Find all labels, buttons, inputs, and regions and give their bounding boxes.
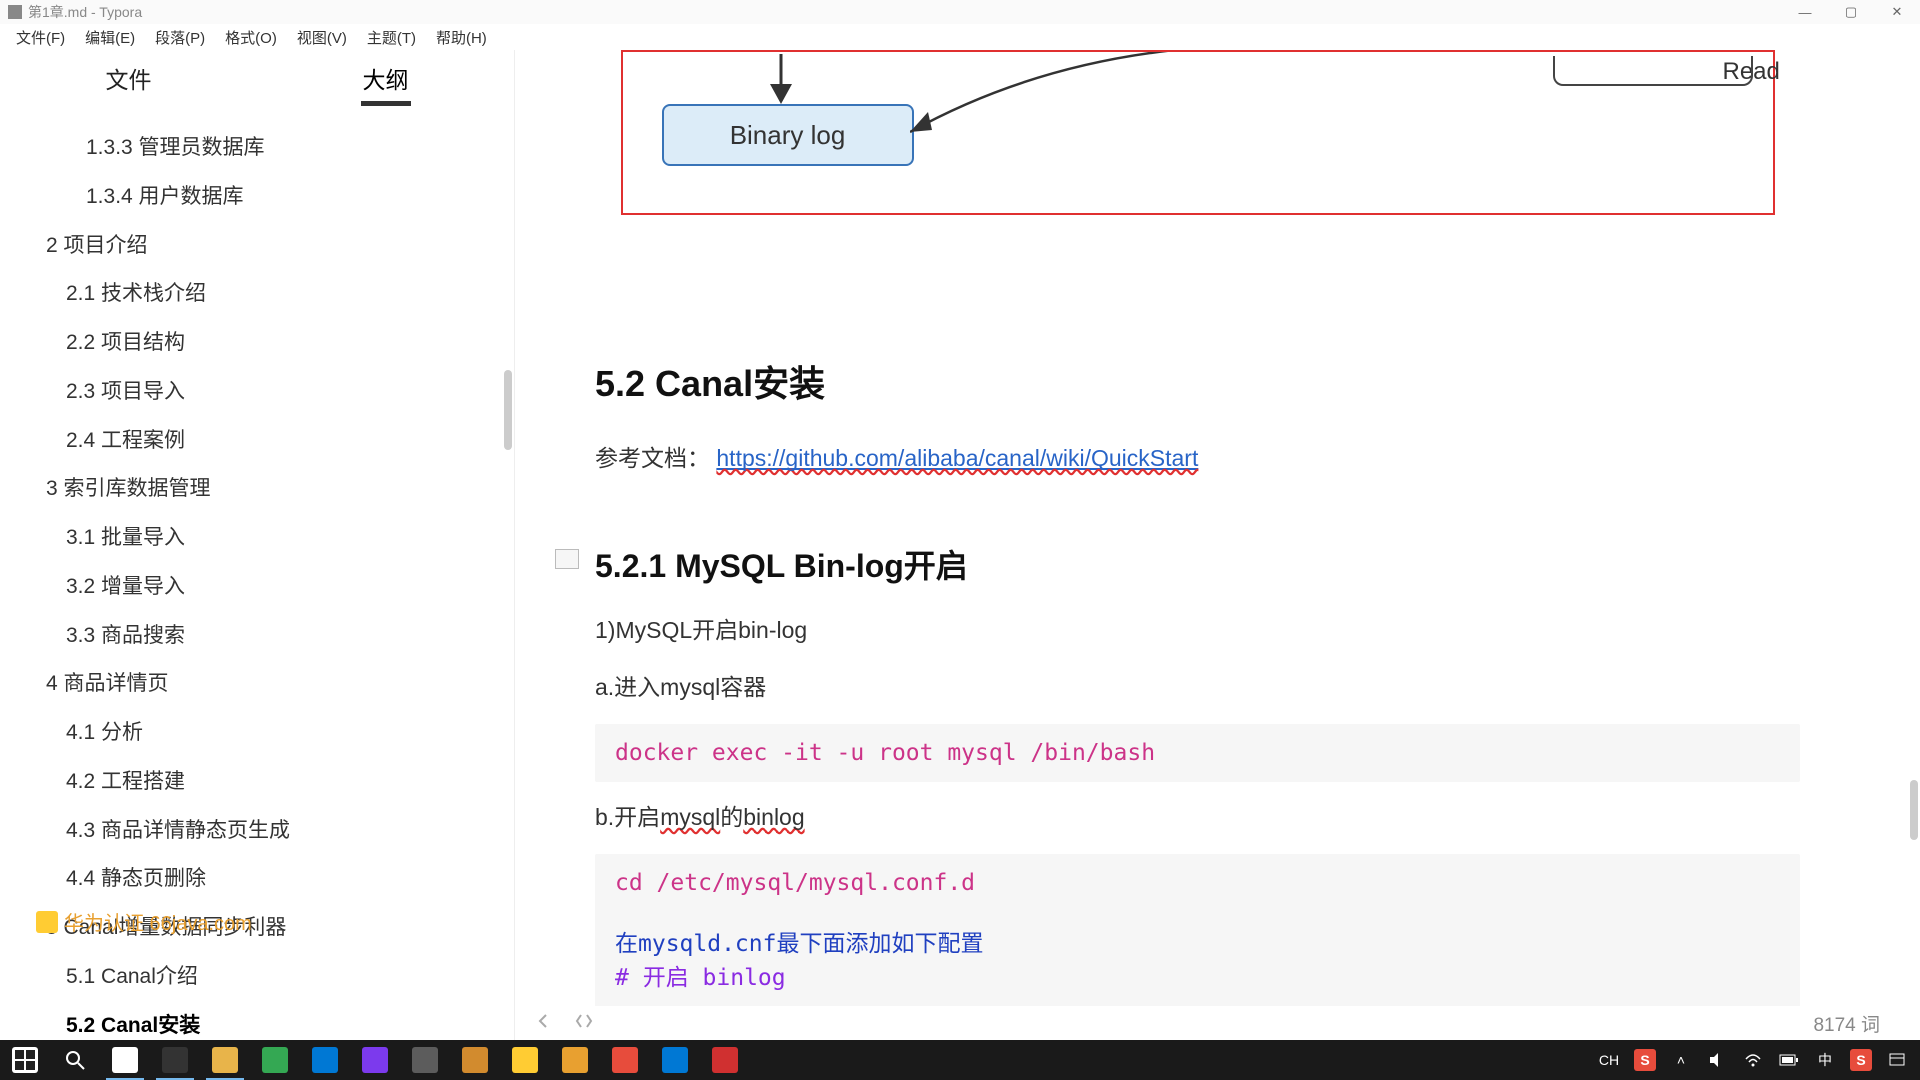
ime-indicator[interactable]: CH xyxy=(1598,1049,1620,1071)
heading-5-2-1: 5.2.1 MySQL Bin-log开启 xyxy=(595,541,1800,587)
statusbar: 8174 词 xyxy=(515,1006,1920,1040)
outline-item[interactable]: 3 索引库数据管理 xyxy=(0,465,514,514)
titlebar: 第1章.md - Typora — ▢ ✕ xyxy=(0,0,1920,24)
taskbar-app[interactable] xyxy=(700,1040,750,1080)
outline-item[interactable]: 4.1 分析 xyxy=(0,709,514,758)
p-open-binlog: 1)MySQL开启bin-log xyxy=(595,609,1800,653)
source-icon[interactable] xyxy=(575,1012,593,1035)
start-button[interactable] xyxy=(0,1040,50,1080)
outline-item[interactable]: 2 项目介绍 xyxy=(0,222,514,271)
outline-list[interactable]: 1.3.3 管理员数据库1.3.4 用户数据库2 项目介绍2.1 技术栈介绍2.… xyxy=(0,106,514,1040)
notifications-icon[interactable] xyxy=(1886,1049,1908,1071)
menu-edit[interactable]: 编辑(E) xyxy=(75,25,145,50)
taskbar-app[interactable] xyxy=(150,1040,200,1080)
menubar: 文件(F) 编辑(E) 段落(P) 格式(O) 视图(V) 主题(T) 帮助(H… xyxy=(0,24,1920,50)
outline-item[interactable]: 3.3 商品搜索 xyxy=(0,612,514,661)
window-title: 第1章.md - Typora xyxy=(28,2,142,22)
outline-item[interactable]: 2.1 技术栈介绍 xyxy=(0,270,514,319)
menu-view[interactable]: 视图(V) xyxy=(287,25,357,50)
taskbar: CH S ˄ 中 S xyxy=(0,1040,1920,1080)
taskbar-app[interactable] xyxy=(450,1040,500,1080)
taskbar-app[interactable] xyxy=(600,1040,650,1080)
outline-item[interactable]: 4.4 静态页删除 xyxy=(0,855,514,904)
outline-item[interactable]: 2.2 项目结构 xyxy=(0,319,514,368)
tab-files[interactable]: 文件 xyxy=(0,50,257,106)
p-enter-container: a.进入mysql容器 xyxy=(595,666,1800,710)
codeblock-docker[interactable]: docker exec -it -u root mysql /bin/bash xyxy=(595,724,1800,782)
outline-item[interactable]: 5.2 Canal安装 xyxy=(0,1002,514,1041)
ref-link[interactable]: https://github.com/alibaba/canal/wiki/Qu… xyxy=(716,445,1198,471)
sogou-icon[interactable]: S xyxy=(1634,1049,1656,1071)
diagram: Binary log Read xyxy=(621,50,1775,215)
wifi-icon[interactable] xyxy=(1742,1049,1764,1071)
arrow-down-icon xyxy=(766,54,796,104)
word-count[interactable]: 8174 词 xyxy=(1813,1010,1880,1037)
p-open-mysql-binlog: b.开启mysql的binlog xyxy=(595,796,1800,840)
system-tray: CH S ˄ 中 S xyxy=(1598,1049,1920,1071)
heading-5-2: 5.2 Canal安装 xyxy=(595,355,1800,407)
content-scrollbar[interactable] xyxy=(1910,780,1918,840)
sidebar: 文件 大纲 1.3.3 管理员数据库1.3.4 用户数据库2 项目介绍2.1 技… xyxy=(0,50,515,1040)
outline-item[interactable]: 3.1 批量导入 xyxy=(0,514,514,563)
close-button[interactable]: ✕ xyxy=(1874,0,1920,24)
outline-item[interactable]: 1.3.4 用户数据库 xyxy=(0,173,514,222)
taskbar-app[interactable] xyxy=(300,1040,350,1080)
outline-item[interactable]: 5.1 Canal介绍 xyxy=(0,953,514,1002)
back-icon[interactable] xyxy=(535,1012,553,1035)
taskbar-app[interactable] xyxy=(200,1040,250,1080)
menu-paragraph[interactable]: 段落(P) xyxy=(145,25,215,50)
outline-item[interactable]: 2.4 工程案例 xyxy=(0,417,514,466)
outline-item[interactable]: 3.2 增量导入 xyxy=(0,563,514,612)
outline-item[interactable]: 1.3.3 管理员数据库 xyxy=(0,124,514,173)
outline-item[interactable]: 5 Canal增量数据同步利器 xyxy=(0,904,514,953)
right-box-fragment xyxy=(1553,56,1753,86)
codeblock-config[interactable]: cd /etc/mysql/mysql.conf.d 在mysqld.cnf最下… xyxy=(595,854,1800,1008)
taskbar-app[interactable] xyxy=(350,1040,400,1080)
ref-line: 参考文档： https://github.com/alibaba/canal/w… xyxy=(595,437,1800,481)
taskbar-app[interactable] xyxy=(400,1040,450,1080)
taskbar-app[interactable] xyxy=(250,1040,300,1080)
outline-item[interactable]: 4 商品详情页 xyxy=(0,660,514,709)
outline-item[interactable]: 4.3 商品详情静态页生成 xyxy=(0,807,514,856)
taskbar-app[interactable] xyxy=(550,1040,600,1080)
search-button[interactable] xyxy=(50,1040,100,1080)
taskbar-app[interactable] xyxy=(500,1040,550,1080)
minimize-button[interactable]: — xyxy=(1782,0,1828,24)
menu-file[interactable]: 文件(F) xyxy=(6,25,75,50)
menu-theme[interactable]: 主题(T) xyxy=(357,25,426,50)
outline-item[interactable]: 2.3 项目导入 xyxy=(0,368,514,417)
app-icon xyxy=(8,5,22,19)
ref-label: 参考文档： xyxy=(595,445,710,471)
taskbar-app[interactable] xyxy=(650,1040,700,1080)
sidebar-scrollbar[interactable] xyxy=(504,370,512,450)
heading-marker-icon xyxy=(555,549,579,569)
menu-help[interactable]: 帮助(H) xyxy=(426,25,497,50)
lang-indicator[interactable]: 中 xyxy=(1814,1049,1836,1071)
editor-content[interactable]: Binary log Read 5.2 Canal安装 参考文档： https:… xyxy=(515,50,1920,1040)
maximize-button[interactable]: ▢ xyxy=(1828,0,1874,24)
tab-outline[interactable]: 大纲 xyxy=(257,50,514,106)
battery-icon[interactable] xyxy=(1778,1049,1800,1071)
sogou-icon-2[interactable]: S xyxy=(1850,1049,1872,1071)
taskbar-app[interactable] xyxy=(100,1040,150,1080)
outline-item[interactable]: 4.2 工程搭建 xyxy=(0,758,514,807)
menu-format[interactable]: 格式(O) xyxy=(215,25,287,50)
tray-chevron-icon[interactable]: ˄ xyxy=(1670,1049,1692,1071)
volume-icon[interactable] xyxy=(1706,1049,1728,1071)
binlog-box: Binary log xyxy=(662,104,914,166)
